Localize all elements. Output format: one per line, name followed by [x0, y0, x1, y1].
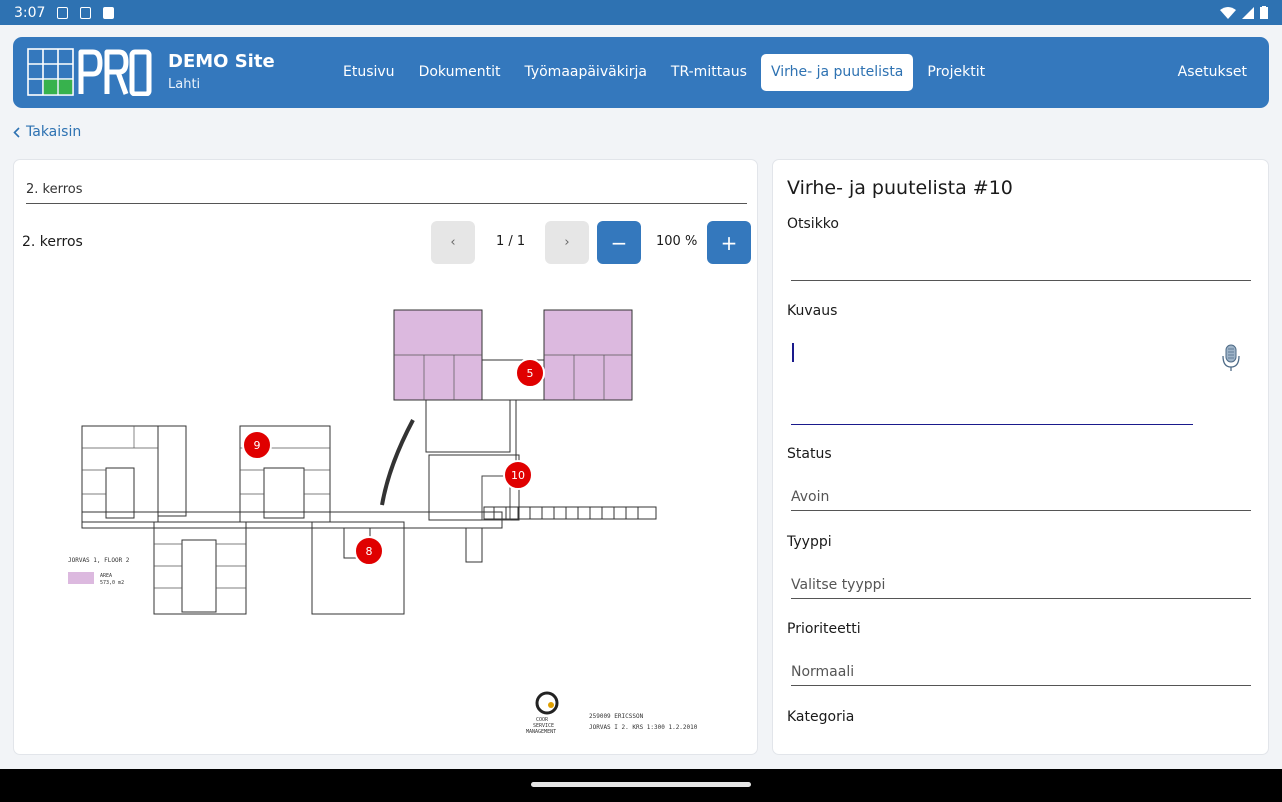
nav-etusivu[interactable]: Etusivu [333, 54, 405, 91]
system-status-bar: 3:07 [0, 0, 1282, 25]
prioriteetti-label: Prioriteetti [787, 621, 861, 637]
tyyppi-label: Tyyppi [787, 534, 832, 550]
status-time: 3:07 [14, 4, 46, 21]
svg-text:10: 10 [511, 469, 525, 482]
tyyppi-select[interactable] [791, 598, 1251, 599]
form-title: Virhe- ja puutelista #10 [787, 177, 1013, 199]
company-line3: MANAGEMENT [526, 729, 556, 735]
shield-icon [57, 6, 69, 19]
marker-9[interactable]: 9 [242, 430, 272, 460]
top-navigation-bar: DEMO Site Lahti Etusivu Dokumentit Työma… [13, 37, 1269, 108]
plan-select[interactable]: 2. kerros [26, 174, 747, 204]
tyyppi-placeholder: Valitse tyyppi [791, 577, 886, 593]
nav-dokumentit[interactable]: Dokumentit [409, 54, 511, 91]
status-value: Avoin [791, 489, 830, 505]
legend-area-label: AREA [100, 573, 112, 579]
otsikko-label: Otsikko [787, 216, 839, 232]
back-link[interactable]: Takaisin [13, 124, 81, 140]
kuvaus-textarea[interactable] [791, 424, 1193, 425]
status-select[interactable] [791, 510, 1251, 511]
drawing-line1: 259009 ERICSSON [589, 713, 644, 720]
site-subtitle: Lahti [168, 77, 201, 92]
svg-text:5: 5 [527, 367, 534, 380]
legend-area-value: 573,0 m2 [100, 580, 124, 586]
battery-icon [1260, 6, 1268, 19]
nav-tr-mittaus[interactable]: TR-mittaus [661, 54, 757, 91]
next-page-button[interactable]: › [545, 221, 589, 264]
font-icon [80, 6, 92, 19]
marker-5[interactable]: 5 [515, 358, 545, 388]
marker-10[interactable]: 10 [503, 460, 533, 490]
svg-text:8: 8 [366, 545, 373, 558]
nav-projektit[interactable]: Projektit [917, 54, 995, 91]
microphone-icon[interactable] [1221, 344, 1243, 372]
prioriteetti-value: Normaali [791, 664, 855, 680]
zoom-level: 100 % [656, 234, 698, 249]
floor-plan-panel: 2. kerros 2. kerros ‹ 1 / 1 › − 100 % + [13, 159, 758, 755]
marker-8[interactable]: 8 [354, 536, 384, 566]
text-caret [792, 343, 794, 362]
legend-title: JORVAS 1, FLOOR 2 [68, 557, 130, 564]
svg-text:9: 9 [254, 439, 261, 452]
sd-card-icon [103, 6, 115, 19]
defect-form-panel: Virhe- ja puutelista #10 Otsikko Kuvaus … [772, 159, 1269, 755]
zoom-out-button[interactable]: − [597, 221, 641, 264]
nav-tyomaapaivakirja[interactable]: Työmaapäiväkirja [514, 54, 656, 91]
kategoria-label: Kategoria [787, 709, 855, 725]
page-indicator: 1 / 1 [496, 234, 526, 249]
nav-virhe-ja-puutelista[interactable]: Virhe- ja puutelista [760, 54, 914, 91]
nav-asetukset[interactable]: Asetukset [1178, 54, 1247, 91]
site-title: DEMO Site [168, 51, 275, 72]
main-nav: Etusivu Dokumentit Työmaapäiväkirja TR-m… [333, 54, 995, 91]
home-gesture-handle[interactable] [531, 782, 751, 787]
back-link-label: Takaisin [26, 124, 82, 140]
prioriteetti-select[interactable] [791, 685, 1251, 686]
chevron-left-icon [13, 126, 20, 138]
coor-logo [535, 691, 559, 715]
kuvaus-label: Kuvaus [787, 303, 838, 319]
wifi-icon [1220, 6, 1236, 19]
floor-plan-drawing[interactable]: JORVAS 1, FLOOR 2 AREA 573,0 m2 COOR SER… [54, 300, 714, 740]
pro-logo[interactable] [27, 48, 153, 96]
plan-name: 2. kerros [22, 234, 83, 250]
prev-page-button[interactable]: ‹ [431, 221, 475, 264]
drawing-line2: JORVAS I 2. KRS 1:300 1.2.2010 [589, 724, 698, 731]
otsikko-input[interactable] [791, 280, 1251, 281]
signal-icon [1242, 6, 1254, 19]
status-label: Status [787, 446, 832, 462]
system-navigation-bar [0, 769, 1282, 802]
zoom-in-button[interactable]: + [707, 221, 751, 264]
legend-area-swatch [68, 572, 94, 584]
